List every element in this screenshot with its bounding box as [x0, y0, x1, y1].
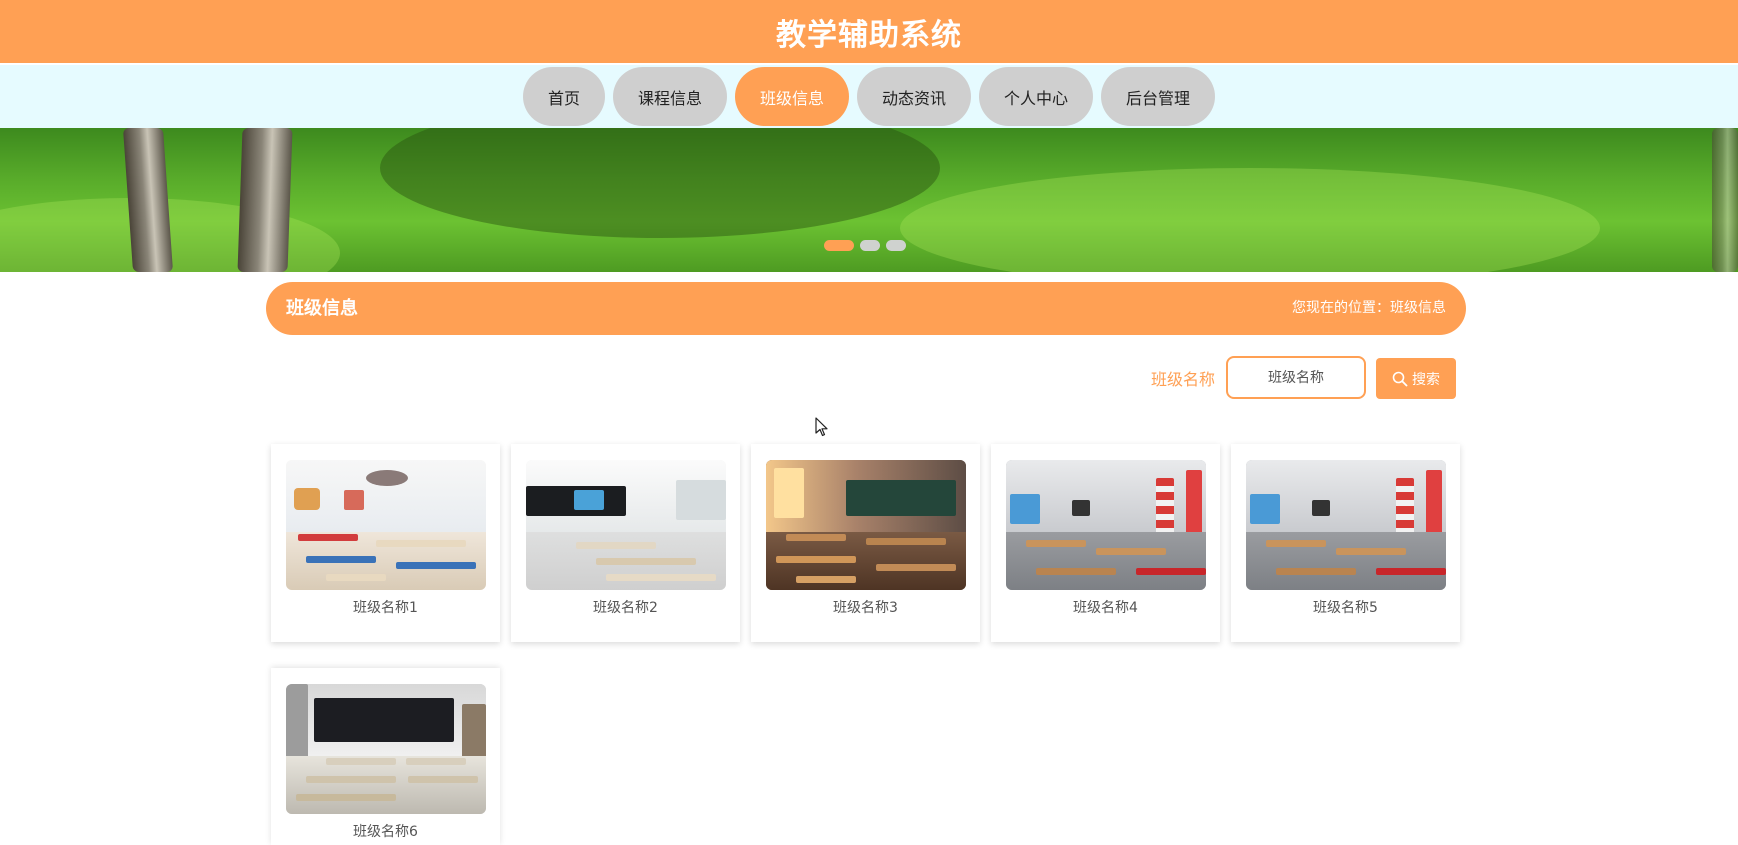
banner-tree-trunk: [237, 128, 293, 272]
class-thumbnail[interactable]: [1246, 460, 1446, 590]
nav-item-profile[interactable]: 个人中心: [979, 67, 1093, 126]
search-button-label: 搜索: [1412, 371, 1440, 388]
search-button[interactable]: 搜索: [1376, 358, 1456, 399]
banner-tree-trunk: [1712, 128, 1738, 272]
class-thumbnail[interactable]: [526, 460, 726, 590]
class-card[interactable]: 班级名称1: [271, 444, 500, 642]
site-title: 教学辅助系统: [776, 17, 962, 53]
mouse-cursor-icon: [815, 417, 828, 437]
nav-item-home[interactable]: 首页: [523, 67, 605, 126]
class-thumbnail[interactable]: [1006, 460, 1206, 590]
class-card[interactable]: 班级名称6: [271, 668, 500, 845]
carousel-dot-3[interactable]: [886, 240, 906, 251]
carousel-indicators: [824, 240, 906, 251]
breadcrumb: 您现在的位置：班级信息: [1292, 300, 1446, 316]
nav-item-admin[interactable]: 后台管理: [1101, 67, 1215, 126]
class-thumbnail[interactable]: [286, 684, 486, 814]
class-thumbnail[interactable]: [766, 460, 966, 590]
class-name: 班级名称6: [353, 824, 418, 840]
class-card[interactable]: 班级名称2: [511, 444, 740, 642]
class-name: 班级名称2: [593, 600, 658, 616]
search-label: 班级名称: [1151, 370, 1216, 389]
section-title: 班级信息: [286, 298, 358, 319]
carousel-dot-1[interactable]: [824, 240, 854, 251]
class-name-search-input[interactable]: [1226, 356, 1366, 399]
nav-list: 首页 课程信息 班级信息 动态资讯 个人中心 后台管理: [0, 65, 1738, 128]
search-icon: [1392, 371, 1408, 386]
banner-shadow: [380, 128, 940, 238]
class-thumbnail[interactable]: [286, 460, 486, 590]
banner-grass-highlight: [900, 168, 1600, 272]
nav-item-courses[interactable]: 课程信息: [613, 67, 727, 126]
nav-bar: 首页 课程信息 班级信息 动态资讯 个人中心 后台管理: [0, 65, 1738, 128]
carousel-dot-2[interactable]: [860, 240, 880, 251]
class-card[interactable]: 班级名称4: [991, 444, 1220, 642]
class-name: 班级名称3: [833, 600, 898, 616]
class-name: 班级名称1: [353, 600, 418, 616]
top-header: 教学辅助系统: [0, 0, 1738, 63]
class-name: 班级名称4: [1073, 600, 1138, 616]
class-card[interactable]: 班级名称3: [751, 444, 980, 642]
nav-item-news[interactable]: 动态资讯: [857, 67, 971, 126]
nav-item-classes[interactable]: 班级信息: [735, 67, 849, 126]
class-name: 班级名称5: [1313, 600, 1378, 616]
section-header: 班级信息 您现在的位置：班级信息: [266, 282, 1466, 335]
class-card[interactable]: 班级名称5: [1231, 444, 1460, 642]
